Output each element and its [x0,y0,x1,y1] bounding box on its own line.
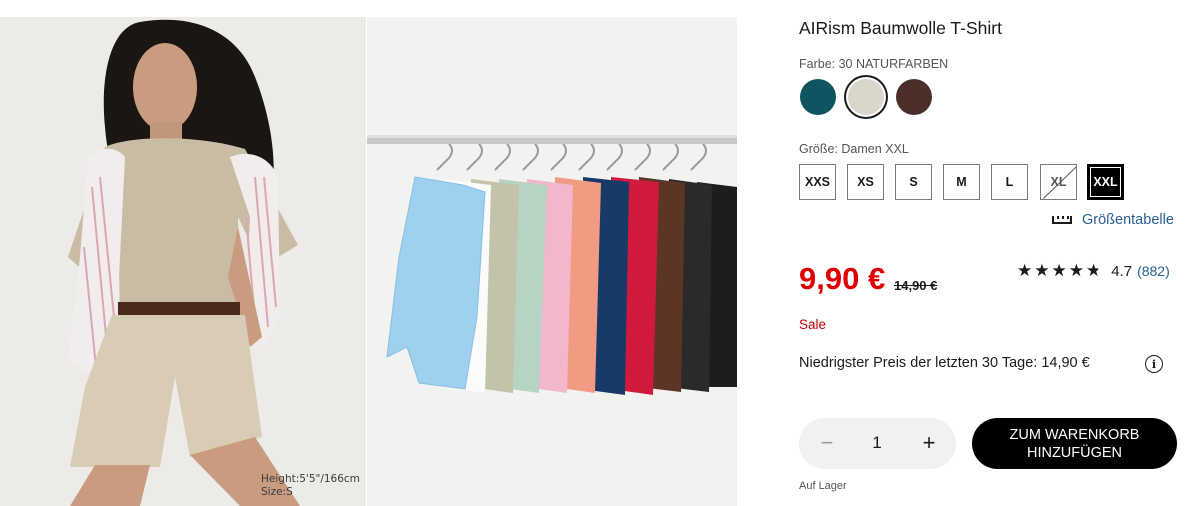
sale-badge: Sale [799,317,827,332]
size-button-l[interactable]: L [991,164,1028,200]
hanging-tshirts-photo[interactable] [367,17,737,506]
stock-status: Auf Lager [799,480,847,492]
ruler-icon [1052,216,1072,224]
product-details-panel: AIRism Baumwolle T-Shirt Farbe: 30 NATUR… [799,0,1189,506]
size-label: Größe: Damen XXL [799,142,909,156]
rating-count-link[interactable]: (882) [1137,263,1170,279]
plus-icon[interactable]: + [917,430,941,456]
color-swatch-brown[interactable] [896,79,932,115]
rating-stars: ★★★★★ ★★★★★ [1017,262,1103,280]
original-price: 14,90 € [894,278,938,293]
size-button-m[interactable]: M [943,164,980,200]
model-photo[interactable]: Height:5'5"/166cm Size:S [0,17,366,506]
color-swatch-teal[interactable] [800,79,836,115]
color-label: Farbe: 30 NATURFARBEN [799,57,949,71]
model-caption: Height:5'5"/166cm Size:S [261,473,360,499]
add-to-cart-line2: HINZUFÜGEN [1026,444,1123,461]
quantity-stepper: − 1 + [799,418,956,469]
add-to-cart-line1: ZUM WARENKORB [1009,426,1140,443]
hanging-tshirts-illustration [367,17,737,506]
quantity-value[interactable]: 1 [859,433,895,453]
add-to-cart-button[interactable]: ZUM WARENKORB HINZUFÜGEN [972,418,1177,469]
product-gallery: Height:5'5"/166cm Size:S [0,17,737,506]
current-price: 9,90 € [799,261,886,296]
size-button-xxl[interactable]: XXL [1087,164,1124,200]
size-chart-link[interactable]: Größentabelle [1052,212,1174,228]
size-button-xs[interactable]: XS [847,164,884,200]
size-button-xxs[interactable]: XXS [799,164,836,200]
star-icon-row-filled: ★★★★★ [1017,262,1099,280]
model-height-text: Height:5'5"/166cm [261,473,360,485]
info-icon[interactable]: i [1145,355,1163,373]
color-swatch-natural[interactable] [848,79,884,115]
model-size-text: Size:S [261,486,293,498]
lowest-price-note: Niedrigster Preis der letzten 30 Tage: 1… [799,355,1090,371]
minus-icon[interactable]: − [815,430,839,456]
product-title: AIRism Baumwolle T-Shirt [799,18,1002,38]
size-button-s[interactable]: S [895,164,932,200]
model-photo-illustration [0,17,366,506]
size-button-xl[interactable]: XL [1040,164,1077,200]
size-chart-label: Größentabelle [1082,212,1174,228]
unavailable-strike [1043,166,1076,199]
product-rating[interactable]: ★★★★★ ★★★★★ 4.7 (882) [1017,262,1170,280]
rating-value: 4.7 [1111,262,1133,280]
